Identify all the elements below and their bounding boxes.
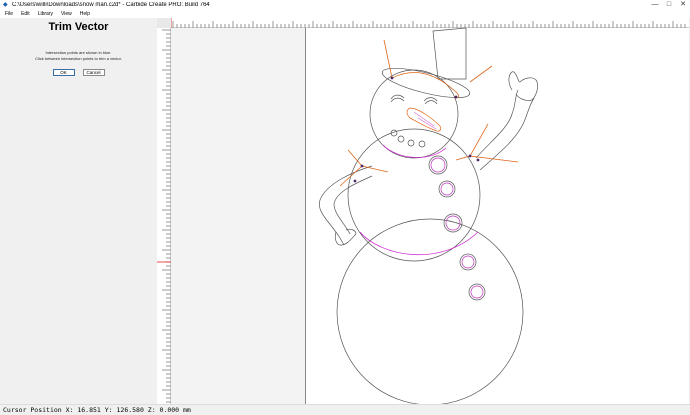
menu-library[interactable]: Library [38,11,53,17]
panel-instructions: Intersection points are shown in blue. C… [0,50,157,62]
close-button[interactable]: ✕ [676,0,690,10]
ok-button[interactable]: OK [52,69,75,76]
cursor-position: Cursor Position X: 16.851 Y: 126.580 Z: … [3,406,191,414]
offcanvas-area [171,28,306,404]
menu-bar: File Edit Library View Help [0,10,690,18]
panel-buttons: OK Cancel [0,69,157,76]
maximize-button[interactable]: □ [662,0,676,10]
menu-file[interactable]: File [5,11,13,17]
left-ruler [157,28,171,404]
cancel-button[interactable]: Cancel [82,69,105,76]
title-bar: ◆ C:\Users\willi\Downloads\snow man.c2d*… [0,0,690,10]
instruction-line-2: Click between intersection points to tri… [35,56,122,61]
trim-vector-panel: Trim Vector Intersection points are show… [0,18,158,404]
menu-view[interactable]: View [61,11,72,17]
app-icon: ◆ [3,2,8,8]
status-bar: Cursor Position X: 16.851 Y: 126.580 Z: … [0,404,690,414]
window-title: C:\Users\willi\Downloads\snow man.c2d* -… [12,2,210,8]
menu-edit[interactable]: Edit [21,11,30,17]
top-ruler [171,18,689,28]
minimize-button[interactable]: — [648,0,662,10]
panel-title: Trim Vector [48,21,109,33]
menu-help[interactable]: Help [80,11,90,17]
